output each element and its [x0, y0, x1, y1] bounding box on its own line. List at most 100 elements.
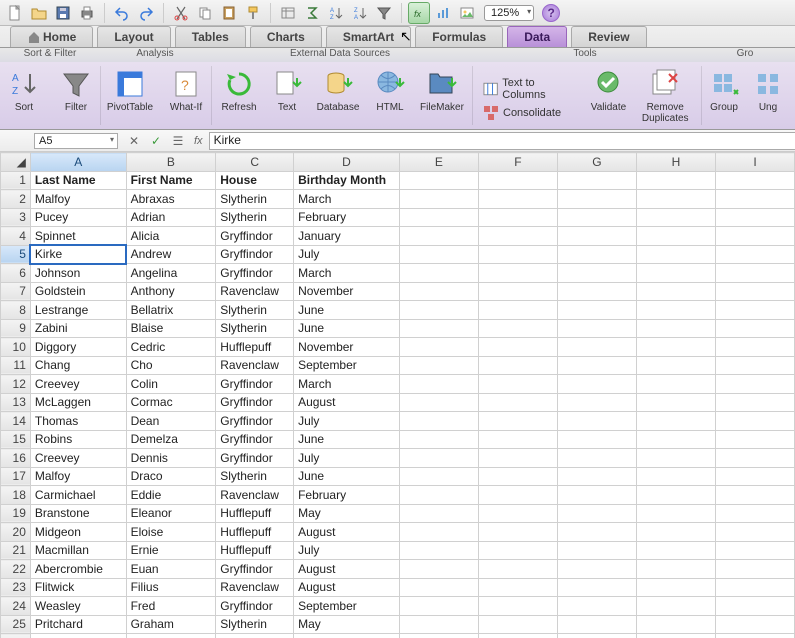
cell[interactable] [478, 467, 557, 486]
cell[interactable] [636, 171, 715, 190]
cell[interactable]: Kirke [30, 245, 126, 264]
sort-desc-icon[interactable]: ZA [349, 2, 371, 24]
cell[interactable]: Slytherin [216, 208, 294, 227]
row-header[interactable]: 19 [1, 504, 31, 523]
cell[interactable]: McLaggen [30, 393, 126, 412]
cell[interactable]: Johnson [30, 264, 126, 283]
cell[interactable]: July [294, 412, 400, 431]
cell[interactable]: August [294, 393, 400, 412]
cell[interactable]: February [294, 486, 400, 505]
cell[interactable] [557, 467, 636, 486]
row-header[interactable]: 12 [1, 375, 31, 394]
print-icon[interactable] [76, 2, 98, 24]
cell[interactable] [636, 504, 715, 523]
cell[interactable] [636, 597, 715, 616]
cell[interactable]: January [294, 227, 400, 246]
cell[interactable] [715, 301, 794, 320]
zoom-select[interactable]: 125% [484, 5, 534, 21]
cell[interactable]: Ravenclaw [216, 486, 294, 505]
cell[interactable] [478, 412, 557, 431]
cell[interactable]: Branstone [30, 504, 126, 523]
select-all-corner[interactable]: ◢ [1, 153, 31, 172]
cell[interactable]: Hufflepuff [216, 523, 294, 542]
row-header[interactable]: 10 [1, 338, 31, 357]
cell[interactable] [715, 171, 794, 190]
cell[interactable]: November [294, 282, 400, 301]
cell[interactable] [557, 578, 636, 597]
cell[interactable] [399, 282, 478, 301]
cell[interactable]: June [294, 301, 400, 320]
row-header[interactable]: 8 [1, 301, 31, 320]
cell[interactable] [399, 560, 478, 579]
cell[interactable]: November [294, 338, 400, 357]
accept-formula-icon[interactable]: ✓ [148, 133, 164, 149]
cell[interactable]: Hufflepuff [216, 541, 294, 560]
cell[interactable] [715, 338, 794, 357]
cell[interactable]: Adrian [126, 208, 216, 227]
cell[interactable] [478, 208, 557, 227]
cell[interactable]: June [294, 467, 400, 486]
cell[interactable] [636, 338, 715, 357]
cell[interactable]: July [294, 541, 400, 560]
row-header[interactable]: 22 [1, 560, 31, 579]
row-header[interactable]: 16 [1, 449, 31, 468]
cell[interactable] [399, 597, 478, 616]
col-header-C[interactable]: C [216, 153, 294, 172]
cell[interactable] [715, 208, 794, 227]
row-header[interactable]: 26 [1, 634, 31, 638]
cell[interactable] [478, 245, 557, 264]
cell[interactable] [557, 319, 636, 338]
cell[interactable] [557, 171, 636, 190]
cell[interactable] [478, 393, 557, 412]
cell[interactable] [715, 523, 794, 542]
consolidate-button[interactable]: Consolidate [481, 104, 580, 122]
cell[interactable] [715, 375, 794, 394]
help-icon[interactable]: ? [542, 4, 560, 22]
cell[interactable]: Creevey [30, 375, 126, 394]
save-icon[interactable] [52, 2, 74, 24]
formula-icon[interactable] [301, 2, 323, 24]
cell[interactable]: September [294, 597, 400, 616]
cell[interactable]: Midgeon [30, 523, 126, 542]
cell[interactable] [399, 449, 478, 468]
cell[interactable]: Dennis [126, 449, 216, 468]
cell[interactable] [557, 504, 636, 523]
row-header[interactable]: 2 [1, 190, 31, 209]
cell[interactable]: Gryffindor [216, 597, 294, 616]
show-hide-icon[interactable] [277, 2, 299, 24]
cell[interactable] [478, 282, 557, 301]
cell[interactable]: Spinnet [30, 227, 126, 246]
row-header[interactable]: 15 [1, 430, 31, 449]
cell[interactable]: Birthday Month [294, 171, 400, 190]
cell[interactable]: Cedric [126, 338, 216, 357]
cell[interactable] [715, 430, 794, 449]
formula-input[interactable]: Kirke [209, 132, 795, 150]
cell[interactable] [636, 245, 715, 264]
format-painter-icon[interactable] [242, 2, 264, 24]
cell[interactable]: May [294, 615, 400, 634]
col-header-A[interactable]: A [30, 153, 126, 172]
cell[interactable] [715, 560, 794, 579]
tab-home[interactable]: Home [10, 26, 93, 47]
cell[interactable] [399, 264, 478, 283]
cell[interactable] [126, 634, 216, 638]
cell[interactable] [557, 523, 636, 542]
tab-charts[interactable]: Charts [250, 26, 322, 47]
row-header[interactable]: 25 [1, 615, 31, 634]
cell[interactable] [399, 227, 478, 246]
row-header[interactable]: 11 [1, 356, 31, 375]
row-header[interactable]: 7 [1, 282, 31, 301]
cell[interactable]: Hufflepuff [216, 338, 294, 357]
cell[interactable]: Euan [126, 560, 216, 579]
cell[interactable]: Fred [126, 597, 216, 616]
row-header[interactable]: 9 [1, 319, 31, 338]
cell[interactable] [715, 449, 794, 468]
cell[interactable]: Ravenclaw [216, 356, 294, 375]
cell[interactable]: Blaise [126, 319, 216, 338]
tab-data[interactable]: Data [507, 26, 567, 47]
cell[interactable] [715, 412, 794, 431]
cell[interactable] [399, 375, 478, 394]
cell[interactable] [399, 486, 478, 505]
cell[interactable] [636, 430, 715, 449]
cell[interactable] [478, 430, 557, 449]
